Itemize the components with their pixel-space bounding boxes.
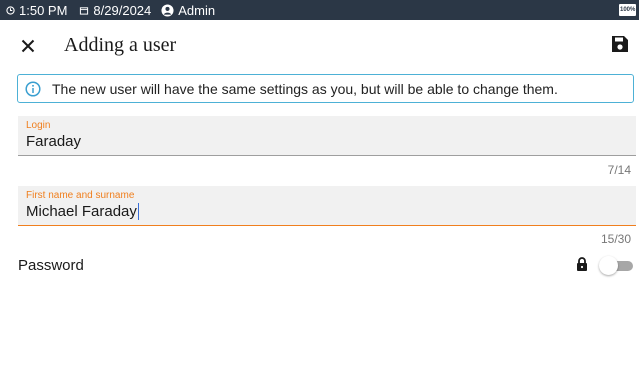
status-date: 8/29/2024 bbox=[79, 3, 151, 18]
name-field[interactable]: First name and surname Michael Faraday bbox=[18, 186, 636, 226]
clock-icon bbox=[6, 5, 15, 15]
name-value: Michael Faraday bbox=[26, 203, 137, 220]
password-label: Password bbox=[18, 257, 84, 274]
battery-icon: 100% bbox=[619, 4, 636, 16]
close-icon bbox=[21, 39, 35, 53]
name-value-wrapper: Michael Faraday bbox=[26, 203, 140, 220]
battery-level: 100% bbox=[620, 7, 636, 13]
close-button[interactable] bbox=[18, 36, 38, 56]
floppy-disk-icon bbox=[612, 36, 628, 52]
lock-icon bbox=[576, 257, 588, 277]
page-title: Adding a user bbox=[64, 34, 177, 56]
toggle-knob bbox=[599, 256, 618, 275]
save-button[interactable] bbox=[611, 35, 629, 53]
status-bar: 1:50 PM 8/29/2024 Admin 100% bbox=[0, 0, 639, 20]
name-label: First name and surname bbox=[26, 190, 135, 201]
text-caret bbox=[137, 203, 140, 220]
login-label: Login bbox=[26, 120, 51, 131]
user-text: Admin bbox=[178, 2, 216, 18]
password-toggle[interactable] bbox=[599, 256, 635, 275]
calendar-icon bbox=[80, 6, 89, 15]
status-user: Admin bbox=[161, 3, 215, 18]
info-circle-icon bbox=[25, 80, 41, 97]
login-char-counter: 7/14 bbox=[607, 163, 631, 177]
app-header: Adding a user bbox=[0, 20, 639, 70]
user-circle-icon bbox=[161, 3, 174, 17]
name-char-counter: 15/30 bbox=[600, 232, 631, 246]
info-text: The new user will have the same settings… bbox=[52, 80, 558, 97]
login-field[interactable]: Login Faraday bbox=[18, 116, 636, 156]
date-text: 8/29/2024 bbox=[93, 2, 152, 18]
login-value: Faraday bbox=[26, 133, 82, 150]
status-time: 1:50 PM bbox=[6, 3, 67, 18]
time-text: 1:50 PM bbox=[19, 2, 68, 18]
info-banner: The new user will have the same settings… bbox=[17, 74, 634, 103]
